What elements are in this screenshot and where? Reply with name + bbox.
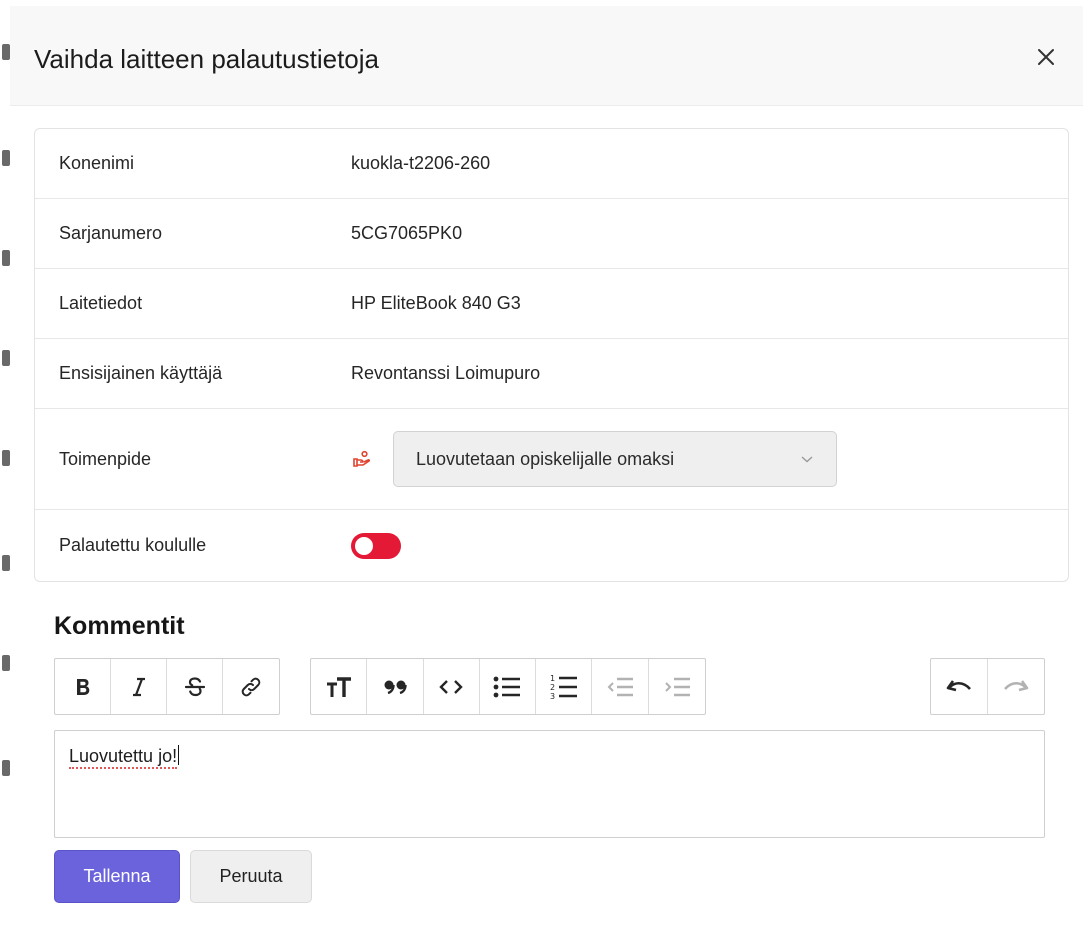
hand-give-icon: [351, 448, 373, 470]
detail-label: Konenimi: [59, 153, 135, 173]
dialog-title: Vaihda laitteen palautustietoja: [34, 44, 379, 74]
action-value: Luovutetaan opiskelijalle omaksi: [351, 431, 837, 487]
primary-user-value: Revontanssi Loimupuro: [351, 363, 541, 383]
detail-row-computer-name: Konenimi kuokla-t2206-260: [35, 129, 1068, 199]
italic-button[interactable]: [111, 659, 167, 714]
device-details-card: Konenimi kuokla-t2206-260 Sarjanumero 5C…: [34, 128, 1069, 582]
background-text-fragment: [2, 450, 10, 466]
detail-row-primary-user: Ensisijainen käyttäjä Revontanssi Loimup…: [35, 339, 1068, 409]
serial-number-value: 5CG7065PK0: [351, 223, 463, 243]
indent-icon: [665, 677, 690, 696]
outdent-icon: [607, 677, 634, 696]
returned-value: [351, 532, 401, 559]
device-info-value: HP EliteBook 840 G3: [351, 293, 521, 313]
dialog-body: Konenimi kuokla-t2206-260 Sarjanumero 5C…: [10, 106, 1083, 903]
detail-row-device-info: Laitetiedot HP EliteBook 840 G3: [35, 269, 1068, 339]
code-button[interactable]: [424, 659, 480, 714]
detail-row-returned: Palautettu koululle: [35, 510, 1068, 581]
svg-text:3: 3: [550, 692, 555, 701]
strikethrough-button[interactable]: [167, 659, 223, 714]
close-button[interactable]: [1035, 46, 1057, 68]
background-text-fragment: [2, 760, 10, 776]
code-icon: [439, 679, 463, 694]
svg-text:1: 1: [550, 674, 555, 683]
background-text-fragment: [2, 44, 10, 60]
redo-button[interactable]: [988, 659, 1045, 714]
comment-text: Luovutettu jo!: [69, 746, 178, 769]
detail-label: Laitetiedot: [59, 293, 143, 313]
strikethrough-icon: [184, 676, 205, 696]
bullet-list-button[interactable]: [480, 659, 537, 714]
outdent-button[interactable]: [592, 659, 649, 714]
detail-label: Palautettu koululle: [59, 535, 207, 555]
text-caret: [178, 745, 180, 765]
italic-icon: [132, 677, 145, 696]
background-text-fragment: [2, 655, 10, 671]
link-button[interactable]: [223, 659, 279, 714]
computer-name-value: kuokla-t2206-260: [351, 153, 491, 173]
numbered-list-icon: 1 2 3: [550, 674, 577, 701]
redo-icon: [1003, 679, 1029, 691]
background-text-fragment: [2, 555, 10, 571]
detail-label: Toimenpide: [59, 448, 152, 469]
quote-icon: [384, 680, 407, 694]
detail-row-serial-number: Sarjanumero 5CG7065PK0: [35, 199, 1068, 269]
bold-button[interactable]: [55, 659, 111, 714]
detail-row-action: Toimenpide Luovutetaan opiskelijalle oma…: [35, 409, 1068, 510]
detail-label: Ensisijainen käyttäjä: [59, 363, 223, 383]
edit-return-dialog: Vaihda laitteen palautustietoja Konenimi…: [10, 6, 1083, 942]
detail-label: Sarjanumero: [59, 223, 163, 243]
quote-button[interactable]: [367, 659, 424, 714]
toolbar-group-blocks: 1 2 3: [310, 658, 706, 715]
editor-toolbar: 1 2 3: [54, 658, 1069, 716]
bullet-list-icon: [494, 676, 521, 697]
returned-toggle[interactable]: [351, 532, 401, 559]
heading-icon: [326, 676, 351, 697]
dialog-header: Vaihda laitteen palautustietoja: [10, 6, 1083, 106]
background-text-fragment: [2, 350, 10, 366]
numbered-list-button[interactable]: 1 2 3: [536, 659, 593, 714]
toggle-knob: [355, 536, 373, 555]
save-button[interactable]: Tallenna: [54, 850, 180, 903]
toolbar-group-history: [930, 658, 1045, 715]
heading-button[interactable]: [311, 659, 368, 714]
comments-heading: Kommentit: [54, 612, 185, 640]
background-text-fragment: [2, 250, 10, 266]
background-text-fragment: [2, 150, 10, 166]
action-select[interactable]: Luovutetaan opiskelijalle omaksi: [393, 431, 837, 487]
cancel-button[interactable]: Peruuta: [190, 850, 312, 903]
svg-text:2: 2: [550, 683, 555, 692]
dialog-actions: Tallenna Peruuta: [54, 850, 1069, 903]
chevron-down-icon: [801, 456, 813, 463]
bold-icon: [76, 678, 89, 695]
action-select-value: Luovutetaan opiskelijalle omaksi: [416, 448, 675, 469]
link-icon: [241, 677, 261, 696]
undo-icon: [946, 679, 971, 691]
toolbar-group-format: [54, 658, 280, 715]
close-icon: [1038, 49, 1054, 65]
indent-button[interactable]: [649, 659, 705, 714]
comment-editor[interactable]: Luovutettu jo!: [54, 730, 1045, 838]
undo-button[interactable]: [931, 659, 988, 714]
